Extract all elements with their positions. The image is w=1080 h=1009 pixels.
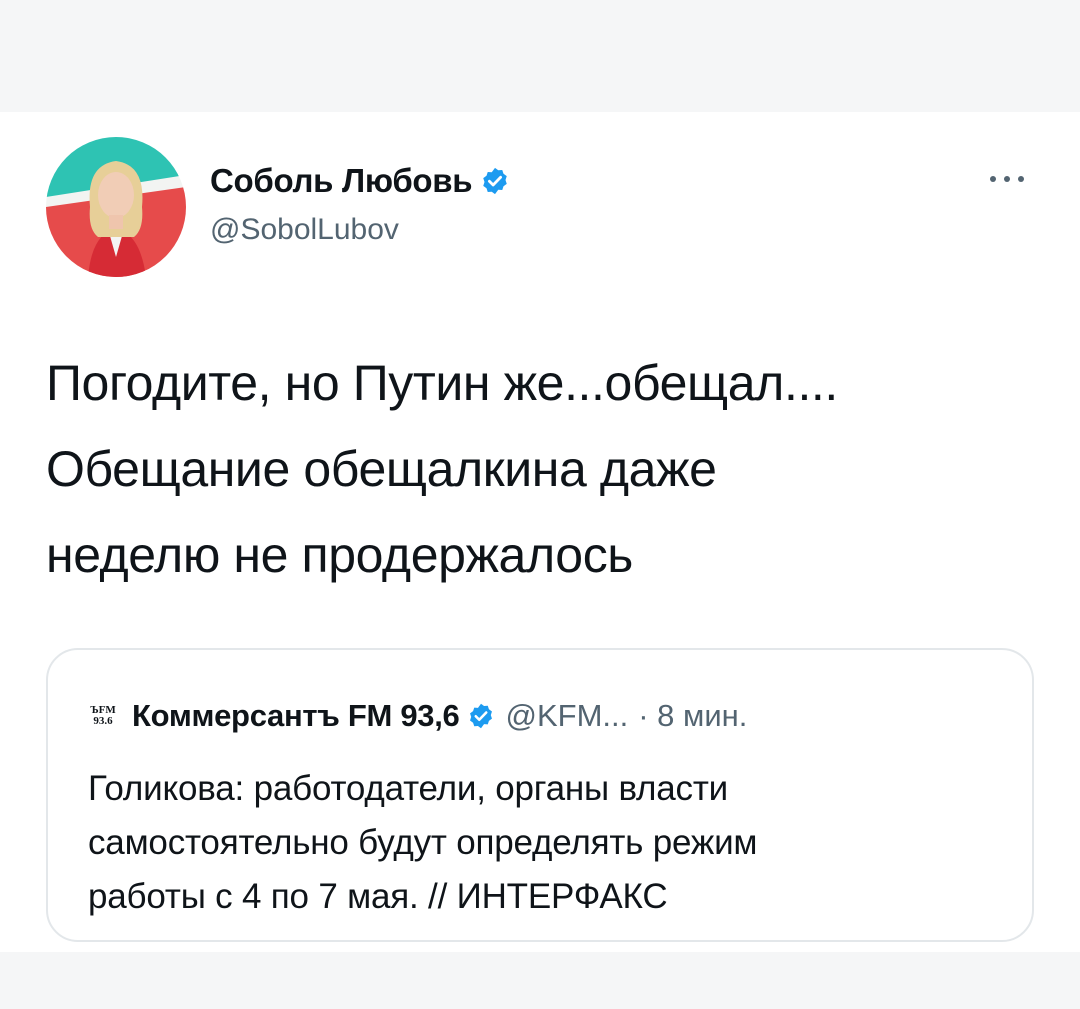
bottom-band: [0, 952, 1080, 1009]
tweet-text: Погодите, но Путин же...обещал.... Обеща…: [46, 340, 1036, 598]
verified-badge-icon: [480, 166, 510, 196]
quoted-timestamp[interactable]: · 8 мин.: [638, 698, 747, 734]
tweet-text-line: Обещание обещалкина даже: [46, 441, 717, 497]
quoted-tweet-header: ЪFM 93.6 Коммерсантъ FM 93,6 @KFM... · 8…: [88, 698, 747, 734]
quoted-text-line: работы с 4 по 7 мая. // ИНТЕРФАКС: [88, 877, 668, 916]
author-avatar[interactable]: [46, 137, 186, 277]
top-band: [0, 0, 1080, 112]
tweet-text-line: неделю не продержалось: [46, 527, 633, 583]
kfm-logo-line: 93.6: [93, 715, 113, 727]
tweet-text-line: Погодите, но Путин же...обещал....: [46, 355, 838, 411]
kfm-logo-icon: ЪFM 93.6: [88, 701, 118, 731]
profile-photo-icon: [46, 137, 186, 277]
quoted-tweet-text: Голикова: работодатели, органы власти са…: [88, 762, 988, 924]
author-name-text: Соболь Любовь: [210, 162, 473, 199]
author-handle[interactable]: @SobolLubov: [210, 213, 399, 247]
quoted-tweet[interactable]: ЪFM 93.6 Коммерсантъ FM 93,6 @KFM... · 8…: [46, 648, 1034, 942]
verified-badge-icon: [467, 702, 495, 730]
quoted-text-line: самостоятельно будут определять режим: [88, 823, 758, 862]
author-name[interactable]: Соболь Любовь: [210, 162, 510, 200]
more-horizontal-icon[interactable]: [987, 166, 1027, 186]
quoted-text-line: Голикова: работодатели, органы власти: [88, 769, 729, 808]
quoted-author-handle[interactable]: @KFM...: [505, 698, 628, 734]
quoted-author-name[interactable]: Коммерсантъ FM 93,6: [132, 698, 460, 734]
